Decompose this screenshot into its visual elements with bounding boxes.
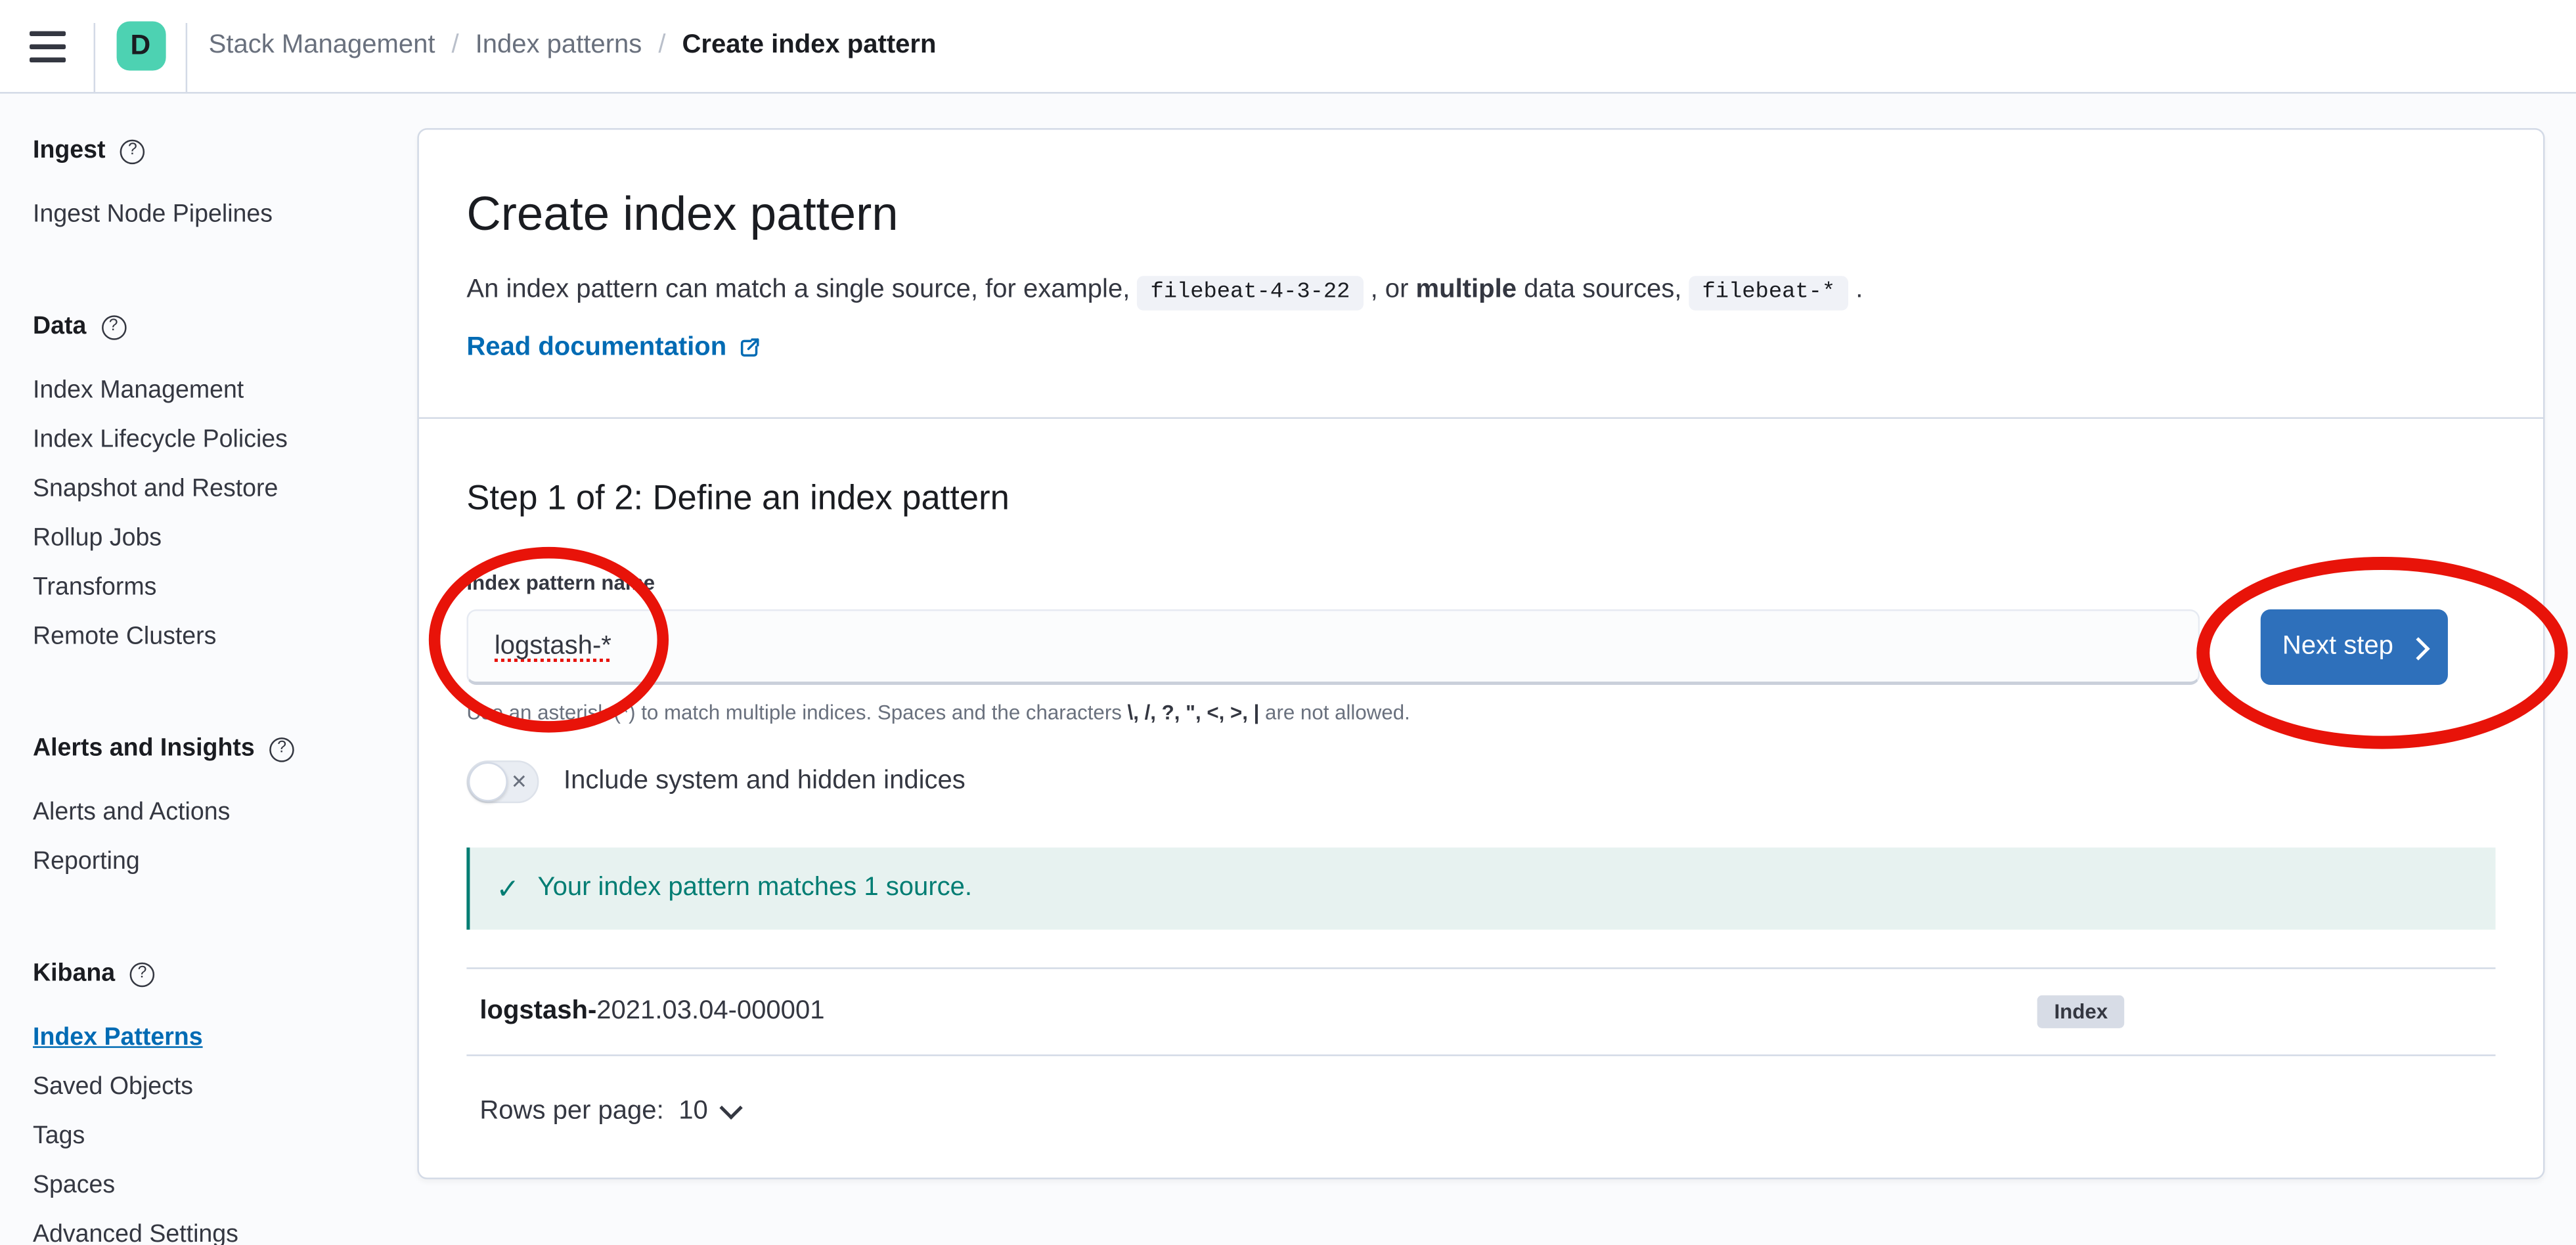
sidebar-item-index-patterns[interactable]: Index Patterns (33, 1013, 203, 1062)
toggle-knob (468, 762, 508, 802)
sidebar-item-remote-clusters[interactable]: Remote Clusters (33, 613, 216, 662)
sidebar-item-rollup-jobs[interactable]: Rollup Jobs (33, 514, 162, 563)
breadcrumb-stack-management[interactable]: Stack Management (209, 32, 435, 61)
sidebar-item-index-lifecycle-policies[interactable]: Index Lifecycle Policies (33, 416, 288, 465)
toggle-label: Include system and hidden indices (564, 767, 966, 797)
chevron-right-icon (2407, 636, 2430, 659)
hamburger-icon (29, 30, 65, 62)
sidebar: Ingest ? Ingest Node Pipelines Data ? In… (0, 94, 417, 1245)
chevron-down-icon (719, 1095, 742, 1118)
index-pattern-value: logstash-* (495, 632, 611, 661)
breadcrumb-index-patterns[interactable]: Index patterns (476, 32, 642, 61)
index-type-badge: Index (2037, 995, 2124, 1028)
next-step-button[interactable]: Next step (2261, 609, 2448, 685)
sidebar-item-alerts-and-actions[interactable]: Alerts and Actions (33, 789, 230, 838)
sidebar-section-title: Data (33, 307, 86, 347)
index-pattern-name-label: Index pattern name (466, 571, 2495, 596)
sidebar-section-alerts-and-insights: Alerts and Insights ? Alerts and Actions… (33, 730, 417, 887)
divider (419, 417, 2543, 419)
toggle-off-icon: ✕ (511, 772, 527, 792)
sidebar-item-transforms[interactable]: Transforms (33, 563, 156, 613)
kibana-app: D Stack Management / Index patterns / Cr… (0, 0, 2576, 1245)
index-name: logstash-2021.03.04-000001 (479, 997, 2037, 1026)
check-icon: ✓ (496, 875, 520, 903)
sidebar-section-title: Ingest (33, 131, 106, 171)
help-icon[interactable]: ? (120, 139, 145, 164)
external-link-icon (738, 337, 761, 360)
sidebar-item-ingest-node-pipelines[interactable]: Ingest Node Pipelines (33, 190, 273, 240)
read-documentation-link[interactable]: Read documentation (466, 328, 761, 368)
help-icon[interactable]: ? (130, 962, 155, 987)
space-switcher: D (94, 0, 188, 92)
page-title: Create index pattern (466, 187, 2495, 243)
index-pattern-input[interactable]: logstash-* (466, 609, 2200, 685)
sidebar-item-snapshot-and-restore[interactable]: Snapshot and Restore (33, 465, 278, 514)
rows-per-page-selector[interactable]: Rows per page: 10 (479, 1097, 739, 1127)
sidebar-item-index-management[interactable]: Index Management (33, 366, 244, 416)
sidebar-item-saved-objects[interactable]: Saved Objects (33, 1062, 193, 1112)
callout-message: Your index pattern matches 1 source. (538, 869, 972, 908)
input-helper-text: Use an asterisk (*) to match multiple in… (466, 701, 2495, 726)
sidebar-section-title: Alerts and Insights (33, 730, 255, 769)
include-hidden-indices-toggle[interactable]: ✕ (466, 760, 539, 803)
breadcrumb: Stack Management / Index patterns / Crea… (209, 0, 937, 92)
success-callout: ✓ Your index pattern matches 1 source. (466, 848, 2495, 930)
create-index-pattern-panel: Create index pattern An index pattern ca… (417, 128, 2544, 1179)
sidebar-item-advanced-settings[interactable]: Advanced Settings (33, 1210, 238, 1245)
sidebar-item-tags[interactable]: Tags (33, 1112, 85, 1161)
space-avatar[interactable]: D (116, 22, 165, 71)
sidebar-section-kibana: Kibana ? Index Patterns Saved Objects Ta… (33, 954, 417, 1245)
sidebar-section-ingest: Ingest ? Ingest Node Pipelines (33, 131, 417, 240)
sidebar-item-reporting[interactable]: Reporting (33, 838, 140, 887)
help-icon[interactable]: ? (101, 315, 126, 339)
intro-text: An index pattern can match a single sour… (466, 271, 2495, 314)
step-heading: Step 1 of 2: Define an index pattern (466, 478, 2495, 521)
sidebar-section-data: Data ? Index Management Index Lifecycle … (33, 307, 417, 662)
input-row: logstash-* Next step (466, 609, 2495, 685)
menu-button[interactable] (0, 0, 94, 92)
breadcrumb-separator: / (452, 32, 459, 61)
code-example-wildcard: filebeat-* (1689, 276, 1848, 311)
code-example-single: filebeat-4-3-22 (1137, 276, 1363, 311)
toggle-row: ✕ Include system and hidden indices (466, 760, 2495, 803)
breadcrumb-current-page: Create index pattern (682, 32, 936, 61)
matching-source-row: logstash-2021.03.04-000001 Index (466, 967, 2495, 1056)
sidebar-item-spaces[interactable]: Spaces (33, 1161, 115, 1210)
sidebar-section-title: Kibana (33, 954, 115, 994)
help-icon[interactable]: ? (269, 737, 294, 762)
breadcrumb-separator: / (658, 32, 665, 61)
top-header: D Stack Management / Index patterns / Cr… (0, 0, 2576, 94)
